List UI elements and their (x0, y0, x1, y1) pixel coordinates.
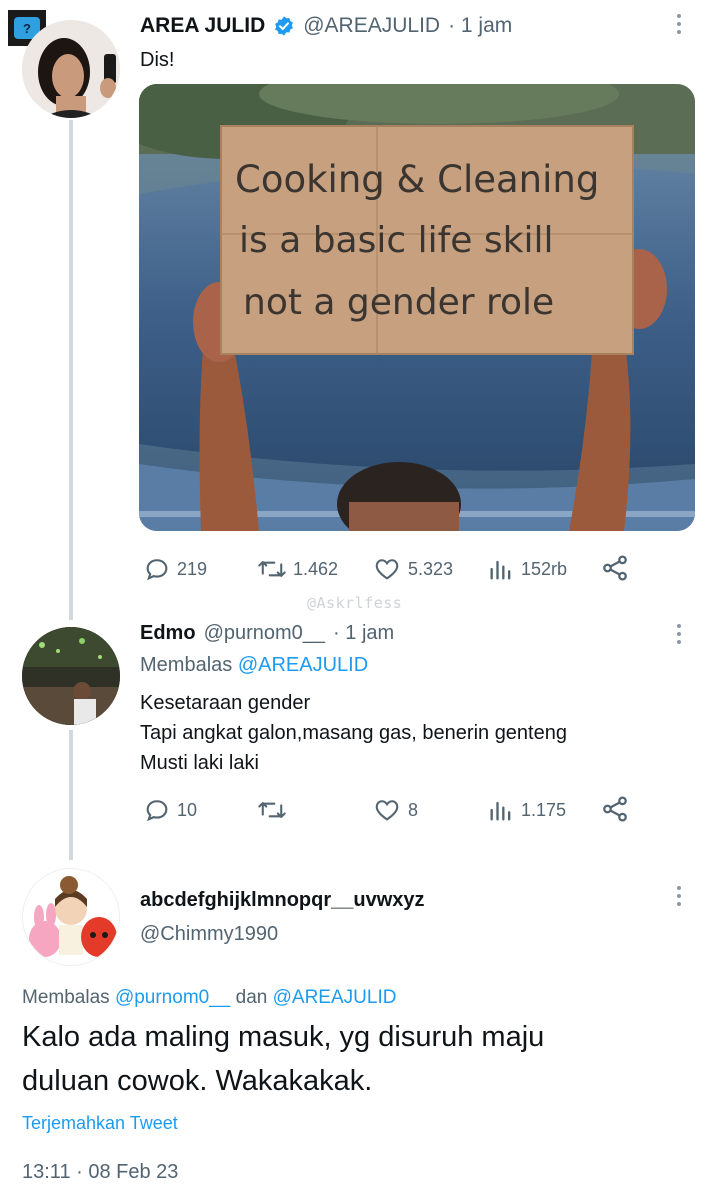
tweet2-reply-count: 10 (177, 799, 198, 820)
views-chart-icon (487, 796, 515, 824)
tweet2-time[interactable]: · 1 jam (333, 622, 394, 645)
tweet2-text-line-1: Kesetaraan gender (140, 692, 311, 714)
tweet1-views-count: 152rb (521, 558, 568, 579)
tweet2-reply-button[interactable]: 10 (143, 796, 197, 824)
tweet2-retweet-button[interactable] (257, 796, 293, 824)
views-chart-icon (487, 555, 515, 583)
tweet1-author-handle[interactable]: @AREAJULID (303, 14, 440, 38)
tweet1-reply-count: 219 (177, 558, 208, 579)
share-icon (600, 794, 630, 824)
tweet2-views-button[interactable]: 1.175 (487, 796, 566, 824)
heart-icon (372, 555, 402, 583)
reply-icon (143, 796, 171, 824)
tweet2-author-name[interactable]: Edmo (140, 622, 196, 645)
avatar-chimmy[interactable] (22, 868, 120, 966)
thread-line-1 (69, 120, 73, 620)
tweet3-reply-prefix: Membalas (22, 987, 110, 1008)
tweet3-timestamp[interactable]: 13:11 · 08 Feb 23 (22, 1161, 178, 1184)
tweet1-share-button[interactable] (600, 553, 630, 583)
tweet3-text-line-1: Kalo ada maling masuk, yg disuruh maju (22, 1021, 545, 1053)
tweet2-text-line-3: Musti laki laki (140, 752, 259, 774)
heart-icon (372, 796, 402, 824)
tweet2-reply-to-link[interactable]: @AREAJULID (238, 654, 368, 676)
verified-badge-icon (273, 15, 295, 37)
tweet1-like-count: 5.323 (408, 558, 454, 579)
tweet2-like-count: 8 (408, 799, 419, 820)
share-icon (600, 553, 630, 583)
tweet1-author-name[interactable]: AREA JULID (140, 14, 265, 38)
sign-line-3: not a gender role (243, 282, 554, 323)
tweet2-share-button[interactable] (600, 794, 630, 824)
tweet1-more-icon[interactable] (676, 14, 682, 34)
tweet2-author-handle[interactable]: @purnom0__ (204, 622, 325, 645)
tweet2-views-count: 1.175 (521, 799, 567, 820)
retweet-icon (257, 796, 287, 824)
tweet1-text: Dis! (140, 49, 175, 71)
avatar-edmo[interactable] (22, 627, 120, 725)
tweet1-retweet-count: 1.462 (293, 558, 339, 579)
retweet-icon (257, 555, 287, 583)
avatar-area-julid[interactable] (22, 20, 120, 118)
tweet1-time[interactable]: · 1 jam (448, 14, 512, 38)
tweet3-reply-to-link-2[interactable]: @AREAJULID (273, 987, 397, 1008)
tweet3-author-name[interactable]: abcdefghijklmnopqr__uvwxyz (140, 889, 425, 912)
tweet1-reply-button[interactable]: 219 (143, 555, 207, 583)
reply-icon (143, 555, 171, 583)
tweet2-text-line-2: Tapi angkat galon,masang gas, benerin ge… (140, 722, 567, 744)
tweet3-reply-to-link-1[interactable]: @purnom0__ (115, 987, 230, 1008)
tweet2-like-button[interactable]: 8 (372, 796, 418, 824)
thread-line-2 (69, 730, 73, 860)
tweet3-more-icon[interactable] (676, 886, 682, 906)
tweet1-views-button[interactable]: 152rb (487, 555, 567, 583)
tweet1-image[interactable]: Cooking & Cleaning is a basic life skill… (139, 84, 695, 531)
sign-line-2: is a basic life skill (239, 220, 554, 261)
tweet1-retweet-button[interactable]: 1.462 (257, 555, 338, 583)
translate-tweet-link[interactable]: Terjemahkan Tweet (22, 1113, 178, 1134)
tweet3-text-line-2: duluan cowok. Wakakakak. (22, 1065, 373, 1097)
tweet2-more-icon[interactable] (676, 624, 682, 644)
tweet2-reply-prefix: Membalas (140, 654, 233, 676)
watermark: @Askrlfess (307, 594, 403, 612)
sign-line-1: Cooking & Cleaning (235, 158, 599, 201)
tweet3-author-handle[interactable]: @Chimmy1990 (140, 923, 278, 946)
tweet1-like-button[interactable]: 5.323 (372, 555, 453, 583)
tweet3-reply-and: dan (235, 987, 268, 1008)
